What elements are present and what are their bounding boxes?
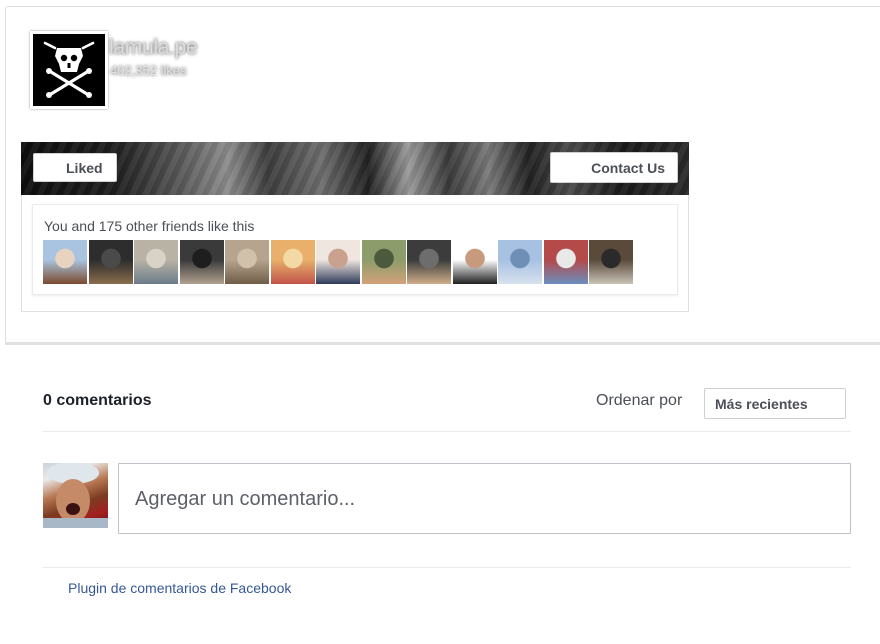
friend-avatar[interactable]: [589, 240, 633, 284]
friend-avatar[interactable]: [43, 240, 87, 284]
comment-input[interactable]: Agregar un comentario...: [118, 463, 851, 534]
friend-avatar[interactable]: [361, 240, 406, 284]
current-user-avatar[interactable]: [43, 463, 108, 528]
skull-crossbones-icon: [43, 41, 95, 98]
liked-button[interactable]: Liked: [33, 153, 117, 182]
friends-like-panel: You and 175 other friends like this: [32, 204, 678, 295]
friend-avatar[interactable]: [179, 240, 224, 284]
friend-faces-row: [43, 240, 635, 284]
contact-us-button[interactable]: Contact Us: [550, 152, 678, 183]
footer-divider: [43, 567, 851, 568]
friend-avatar[interactable]: [316, 240, 360, 284]
contact-us-label: Contact Us: [591, 160, 665, 176]
friend-avatar[interactable]: [270, 240, 315, 284]
liked-button-label: Liked: [66, 160, 103, 176]
friends-like-text: You and 175 other friends like this: [44, 218, 255, 234]
comment-input-placeholder: Agregar un comentario...: [135, 488, 356, 510]
friend-avatar[interactable]: [407, 240, 451, 284]
friend-avatar[interactable]: [88, 240, 133, 284]
sort-order-select[interactable]: Más recientes: [704, 388, 846, 419]
friend-avatar[interactable]: [225, 240, 269, 284]
friend-avatar[interactable]: [498, 240, 542, 284]
friend-avatar[interactable]: [134, 240, 178, 284]
comments-header-divider: [43, 431, 851, 432]
page-like-count: 402,352 likes: [110, 63, 187, 78]
page-profile-picture[interactable]: [30, 31, 108, 109]
friend-avatar[interactable]: [543, 240, 588, 284]
facebook-comments-plugin-link[interactable]: Plugin de comentarios de Facebook: [68, 580, 291, 596]
comment-count: 0 comentarios: [43, 392, 152, 409]
sort-order-value: Más recientes: [715, 396, 808, 412]
user-photo-icon: [43, 463, 108, 528]
sort-label: Ordenar por: [596, 392, 683, 409]
friends-like-section: You and 175 other friends like this: [21, 195, 689, 312]
section-divider: [5, 343, 880, 345]
page-name[interactable]: lamula.pe: [109, 36, 198, 60]
friend-avatar[interactable]: [452, 240, 497, 284]
